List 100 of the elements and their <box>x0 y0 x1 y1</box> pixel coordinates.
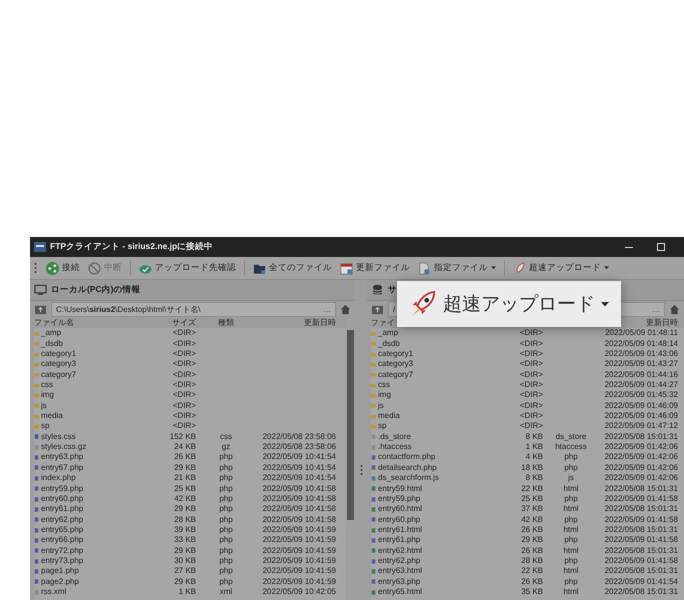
file-name[interactable]: page2.php <box>41 576 79 587</box>
file-name[interactable]: img <box>378 390 391 401</box>
file-name[interactable]: contactform.php <box>378 452 436 463</box>
file-name[interactable]: detailsearch.php <box>378 462 437 474</box>
grip-icon[interactable] <box>360 464 362 476</box>
modified-date: 2022/05/09 01:44:27 <box>604 380 678 390</box>
file-name[interactable]: category7 <box>41 370 76 380</box>
file-name[interactable]: entry59.php <box>378 494 420 504</box>
file-name[interactable]: entry65.php <box>41 524 84 536</box>
file-name[interactable]: entry67.php <box>41 462 84 474</box>
file-name[interactable]: _amp <box>378 328 398 339</box>
toolbar-button[interactable]: 指定ファイル <box>415 260 499 276</box>
modified-date: 2022/05/09 10:41:58 <box>262 484 336 492</box>
column-header[interactable]: サイズ <box>144 318 196 328</box>
file-name[interactable]: category3 <box>41 359 76 370</box>
file-type: php <box>219 514 233 524</box>
file-name[interactable]: index.php <box>41 473 76 484</box>
file-name[interactable]: entry63.html <box>378 566 422 577</box>
folder-up-icon[interactable] <box>34 304 47 315</box>
column-header[interactable]: ファイル名 <box>34 318 144 328</box>
file-name[interactable]: styles.css.gz <box>41 442 86 452</box>
toolbar-button[interactable]: アップロード先確認 <box>136 260 239 276</box>
maximize-icon[interactable] <box>656 242 666 252</box>
file-name[interactable]: js <box>41 400 47 412</box>
toolbar-button[interactable]: 全てのファイル <box>250 260 335 276</box>
file-name[interactable]: .htaccess <box>378 442 412 452</box>
file-name[interactable]: entry61.html <box>378 524 422 536</box>
file-name[interactable]: img <box>41 390 54 401</box>
file-name[interactable]: entry61.php <box>378 535 420 546</box>
file-name[interactable]: entry61.php <box>41 504 84 515</box>
file-type: php <box>564 576 578 586</box>
file-name[interactable]: category1 <box>41 349 76 360</box>
column-header[interactable]: 更新日時 <box>256 318 346 328</box>
file-name[interactable]: entry72.php <box>41 546 84 556</box>
file-size: 8 KB <box>526 432 543 441</box>
file-name[interactable]: category1 <box>378 349 414 360</box>
file-name[interactable]: entry73.php <box>41 556 84 566</box>
modified-date: 2022/05/08 15:01:31 <box>604 524 678 534</box>
file-name[interactable]: media <box>41 411 63 422</box>
file-name[interactable]: entry62.php <box>41 514 84 525</box>
file-name[interactable]: entry62.php <box>378 556 420 566</box>
modified-date: 2022/05/08 15:01:31 <box>604 504 678 514</box>
file-name[interactable]: entry60.php <box>41 494 84 504</box>
file-name[interactable]: ds_searchform.js <box>378 473 439 484</box>
file-name[interactable]: entry63.php <box>378 576 420 587</box>
file-type: php <box>219 494 233 503</box>
file-name[interactable]: entry59.html <box>378 484 422 494</box>
file-size: <DIR> <box>172 421 196 430</box>
file-size: 1 KB <box>526 442 543 452</box>
file-name[interactable]: entry63.php <box>41 452 84 463</box>
file-type: php <box>219 576 233 586</box>
file-type: html <box>563 566 579 576</box>
file-size: 42 KB <box>174 494 196 503</box>
file-size: 30 KB <box>174 556 196 565</box>
column-header[interactable]: 種類 <box>196 318 256 328</box>
file-size: <DIR> <box>520 421 543 430</box>
file-name[interactable]: sp <box>378 421 386 432</box>
file-name[interactable]: .ds_store <box>378 432 411 442</box>
home-icon[interactable] <box>340 304 351 315</box>
folder-up-icon[interactable] <box>371 304 384 315</box>
home-icon[interactable] <box>669 304 680 315</box>
modified-date: 2022/05/09 10:41:54 <box>262 473 336 482</box>
file-size: 4 KB <box>526 452 543 462</box>
file-name[interactable]: _dsdb <box>378 338 400 350</box>
file-name[interactable]: entry65.html <box>378 586 422 598</box>
file-size: 28 KB <box>521 556 543 565</box>
file-name[interactable]: page1.php <box>41 566 79 577</box>
file-size: 152 KB <box>170 432 196 441</box>
modified-date: 2022/05/09 10:42:05 <box>262 586 336 596</box>
toolbar-button[interactable]: 接続 <box>43 260 83 276</box>
file-name[interactable]: entry60.php <box>378 514 420 525</box>
file-name[interactable]: css <box>41 380 53 390</box>
file-type: php <box>564 514 578 524</box>
file-name[interactable]: entry59.php <box>41 484 84 494</box>
file-size: 22 KB <box>521 484 543 492</box>
file-size: <DIR> <box>520 338 543 348</box>
file-name[interactable]: js <box>378 400 384 412</box>
toolbar-button[interactable]: 超速アップロード <box>510 260 612 276</box>
file-type: html <box>563 484 579 492</box>
file-type: css <box>220 432 232 441</box>
file-name[interactable]: rss.xml <box>41 586 66 598</box>
toolbar-button[interactable]: 更新ファイル <box>337 260 413 276</box>
share-icon <box>46 262 59 274</box>
file-name[interactable]: media <box>378 411 400 422</box>
file-name[interactable]: styles.css <box>41 432 76 442</box>
file-size: 26 KB <box>174 452 196 462</box>
scrollbar[interactable] <box>346 318 355 600</box>
file-name[interactable]: css <box>378 380 390 390</box>
modified-date: 2022/05/09 10:41:59 <box>262 546 336 555</box>
file-name[interactable]: entry66.php <box>41 535 84 546</box>
path-field[interactable]: C:\Users\sirius2\Desktop\html\サイト名\ … <box>51 302 336 317</box>
modified-date: 2022/05/09 01:41:54 <box>604 576 678 586</box>
file-name[interactable]: _dsdb <box>41 338 63 350</box>
file-name[interactable]: entry62.html <box>378 546 422 556</box>
file-name[interactable]: category3 <box>378 359 414 370</box>
file-name[interactable]: entry60.html <box>378 504 422 515</box>
file-size: <DIR> <box>172 390 196 400</box>
file-name[interactable]: _amp <box>41 328 62 339</box>
file-name[interactable]: category7 <box>378 370 414 380</box>
file-name[interactable]: sp <box>41 421 50 432</box>
